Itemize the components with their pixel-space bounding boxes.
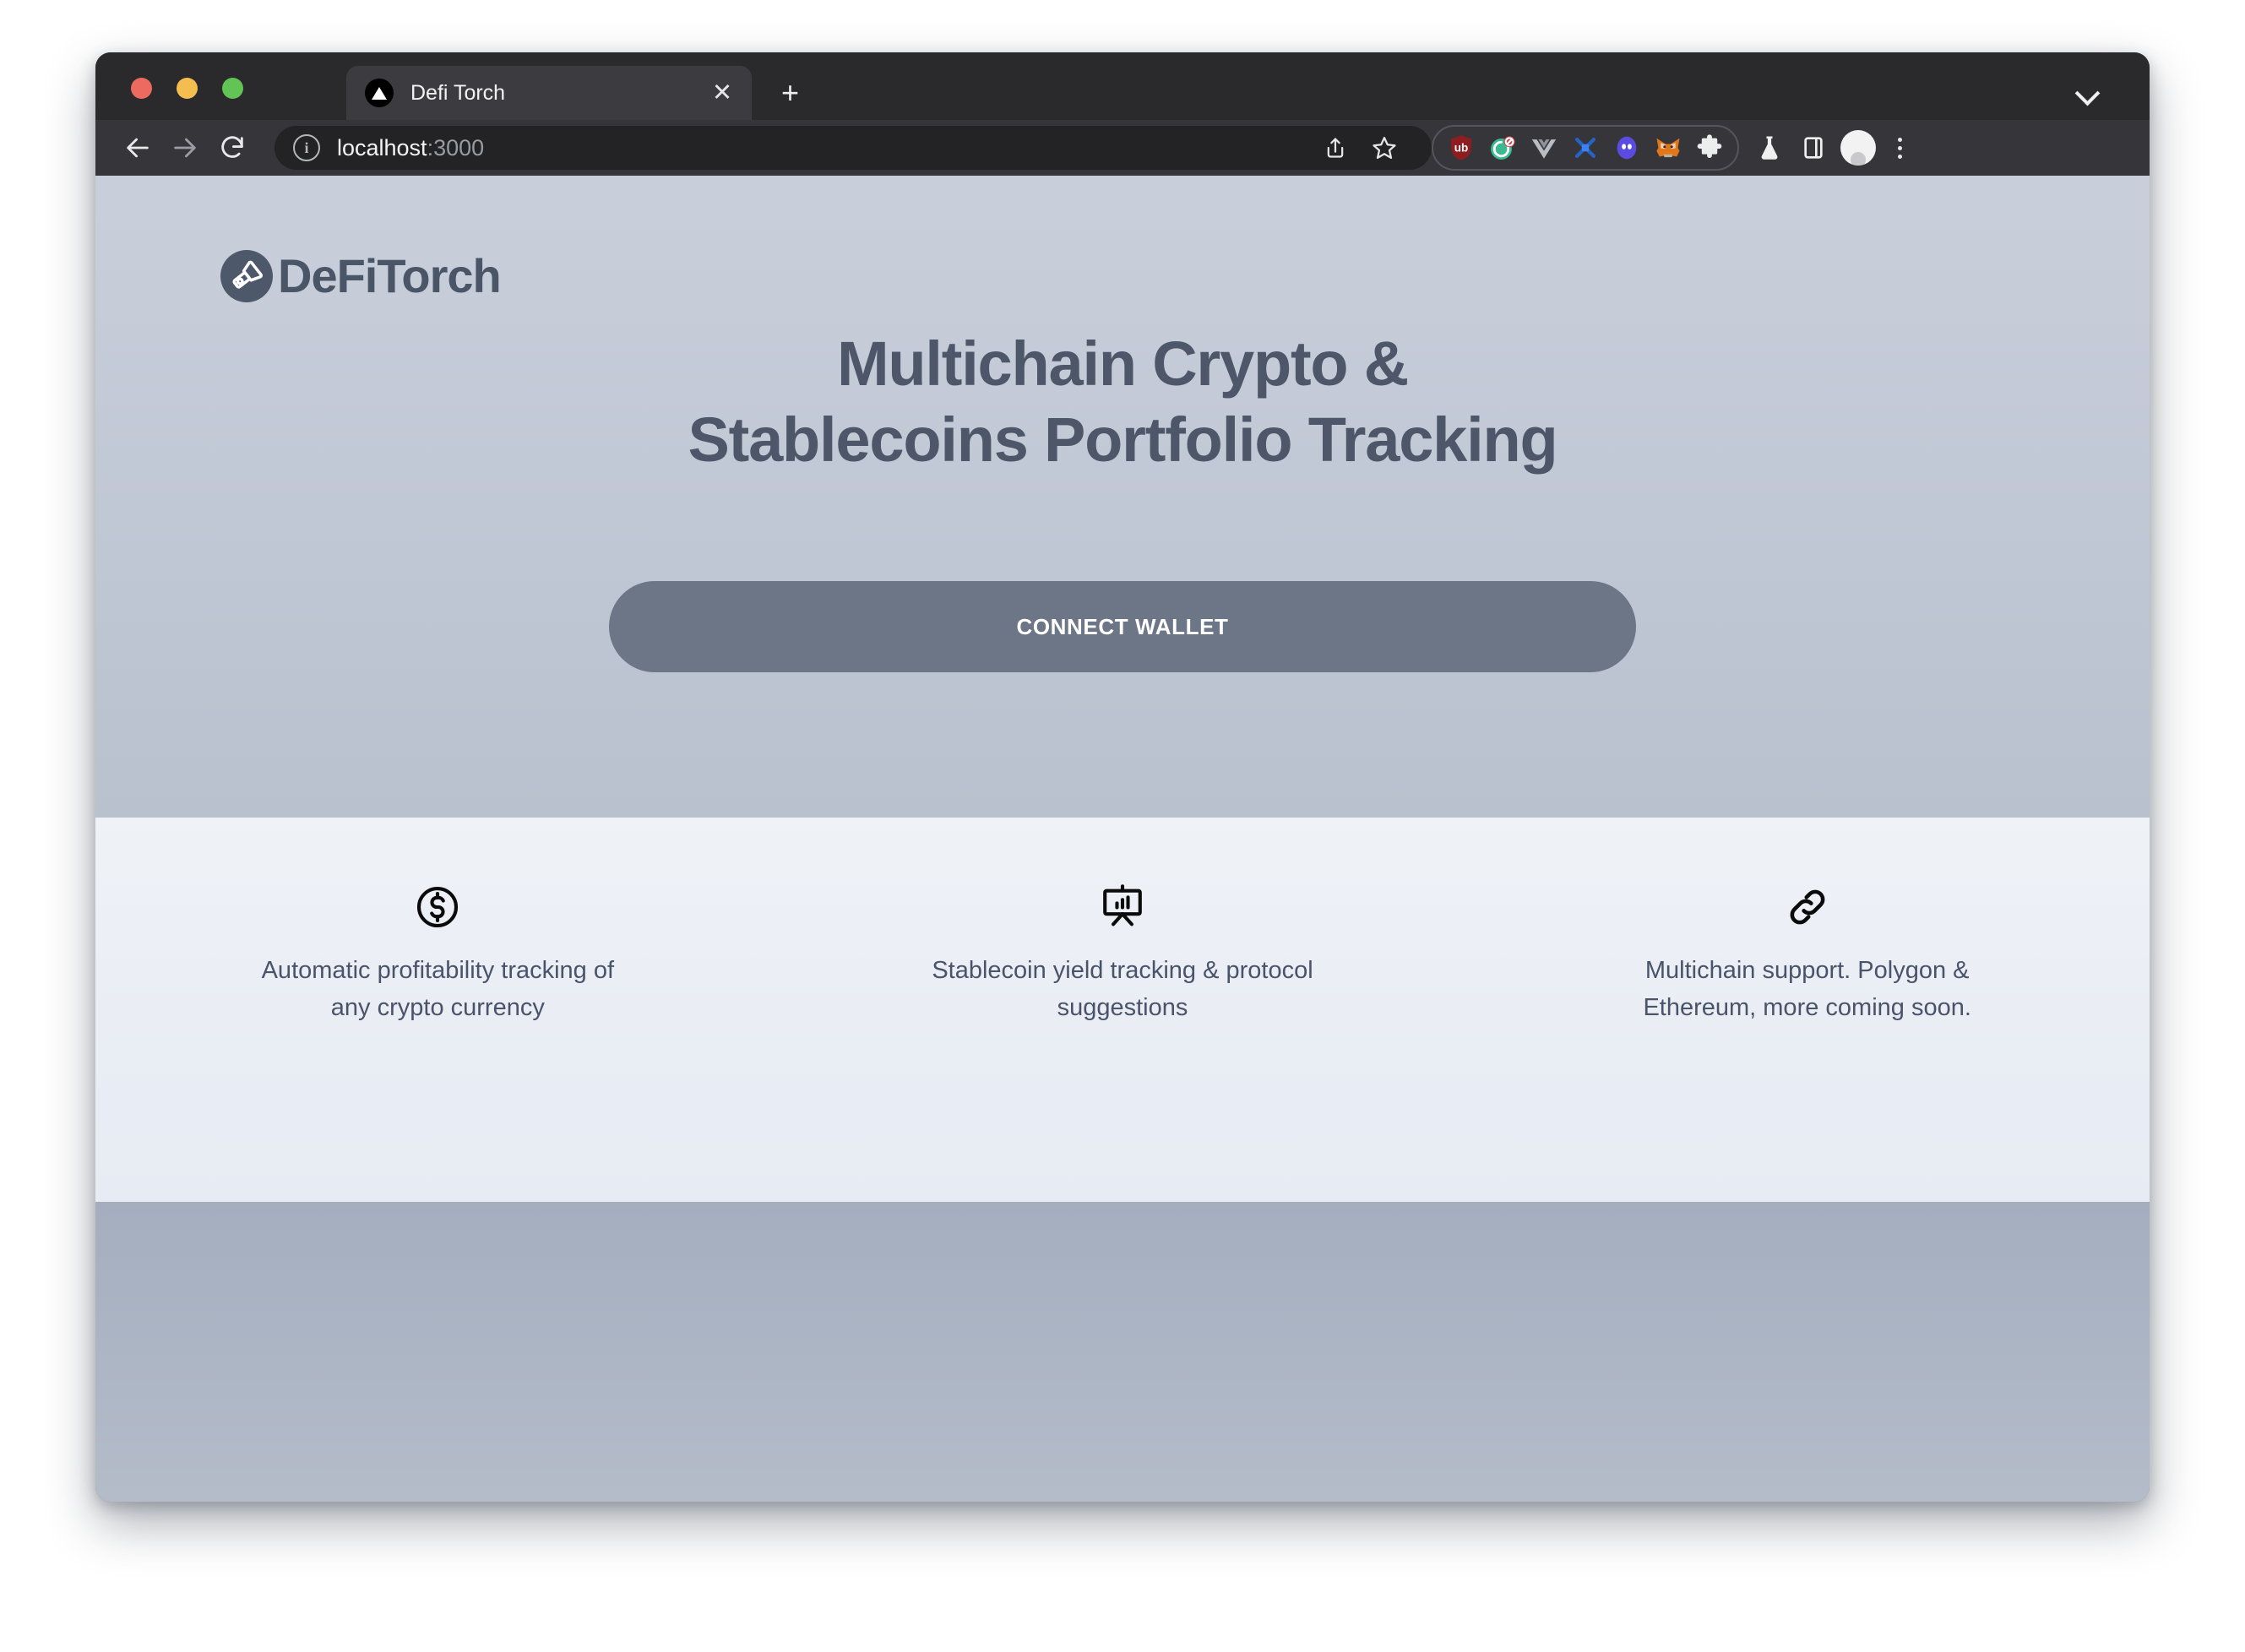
browser-tab-defi-torch[interactable]: Defi Torch ✕ [346, 66, 752, 120]
back-arrow-icon[interactable] [114, 124, 161, 171]
ghostery-icon[interactable] [1485, 130, 1520, 166]
dollar-circle-icon [129, 881, 747, 933]
share-icon[interactable] [1313, 126, 1357, 170]
new-tab-button[interactable]: + [781, 78, 799, 108]
page-title: Multichain Crypto & Stablecoins Portfoli… [95, 326, 2150, 479]
puzzle-extensions-icon[interactable] [1692, 130, 1727, 166]
tab-title: Defi Torch [410, 80, 506, 105]
ublock-origin-icon[interactable]: ub [1443, 130, 1479, 166]
maximize-window-button[interactable] [222, 78, 243, 99]
omnibox-actions [1313, 126, 1406, 170]
extensions-group: ub [1432, 125, 1739, 171]
pocket-universe-icon[interactable] [1568, 130, 1603, 166]
avatar-icon[interactable] [1840, 130, 1876, 166]
forward-arrow-icon[interactable] [161, 124, 209, 171]
flashlight-torch-icon [220, 250, 273, 302]
star-icon[interactable] [1362, 126, 1406, 170]
phantom-wallet-icon[interactable] [1609, 130, 1644, 166]
features-section: Automatic profitability tracking of any … [95, 818, 2150, 1202]
tab-strip: Defi Torch ✕ + [95, 52, 2150, 120]
browser-window: Defi Torch ✕ + i localhost:3000 ub DeFiT… [95, 52, 2150, 1502]
feature-text: Stablecoin yield tracking & protocol sug… [932, 957, 1313, 1022]
feature-card-multichain: Multichain support. Polygon & Ethereum, … [1465, 881, 2150, 1026]
info-circle-icon[interactable]: i [293, 134, 320, 161]
chevron-down-icon[interactable] [2074, 80, 2101, 106]
close-window-button[interactable] [131, 78, 152, 99]
site-logo[interactable]: DeFiTorch [220, 249, 502, 302]
metamask-fox-icon[interactable] [1650, 130, 1686, 166]
url-port: :3000 [427, 134, 485, 160]
feature-card-profitability: Automatic profitability tracking of any … [95, 881, 780, 1026]
screenshot-root: Defi Torch ✕ + i localhost:3000 ub DeFiT… [0, 0, 2245, 1652]
headline-line-1: Multichain Crypto & [836, 329, 1409, 399]
window-controls [131, 78, 243, 99]
feature-text: Multichain support. Polygon & Ethereum, … [1643, 957, 1971, 1022]
url-text: localhost:3000 [337, 135, 484, 161]
feature-card-stablecoin-yield: Stablecoin yield tracking & protocol sug… [780, 881, 1465, 1026]
page-bottom-band [95, 1202, 2150, 1502]
vue-devtools-icon[interactable] [1526, 130, 1562, 166]
triangle-logo-icon [365, 79, 394, 107]
svg-text:ub: ub [1454, 142, 1469, 155]
feature-text: Automatic profitability tracking of any … [261, 957, 615, 1022]
flask-icon[interactable] [1748, 126, 1791, 170]
close-icon[interactable]: ✕ [709, 80, 735, 106]
chain-link-icon [1498, 881, 2116, 933]
page-viewport: DeFiTorch Multichain Crypto & Stablecoin… [95, 176, 2150, 1502]
minimize-window-button[interactable] [177, 78, 198, 99]
url-host: localhost [337, 134, 427, 160]
site-logo-text: DeFiTorch [278, 249, 502, 302]
address-bar[interactable]: i localhost:3000 [275, 126, 1432, 170]
presentation-chart-icon [814, 881, 1432, 933]
connect-wallet-button[interactable]: CONNECT WALLET [609, 581, 1636, 672]
side-panel-icon[interactable] [1791, 126, 1835, 170]
kebab-menu-icon[interactable] [1881, 126, 1918, 170]
browser-toolbar: i localhost:3000 ub [95, 120, 2150, 176]
hero-section: DeFiTorch Multichain Crypto & Stablecoin… [95, 176, 2150, 818]
headline-line-2: Stablecoins Portfolio Tracking [688, 405, 1558, 475]
cta-container: CONNECT WALLET [95, 581, 2150, 672]
reload-icon[interactable] [209, 124, 256, 171]
